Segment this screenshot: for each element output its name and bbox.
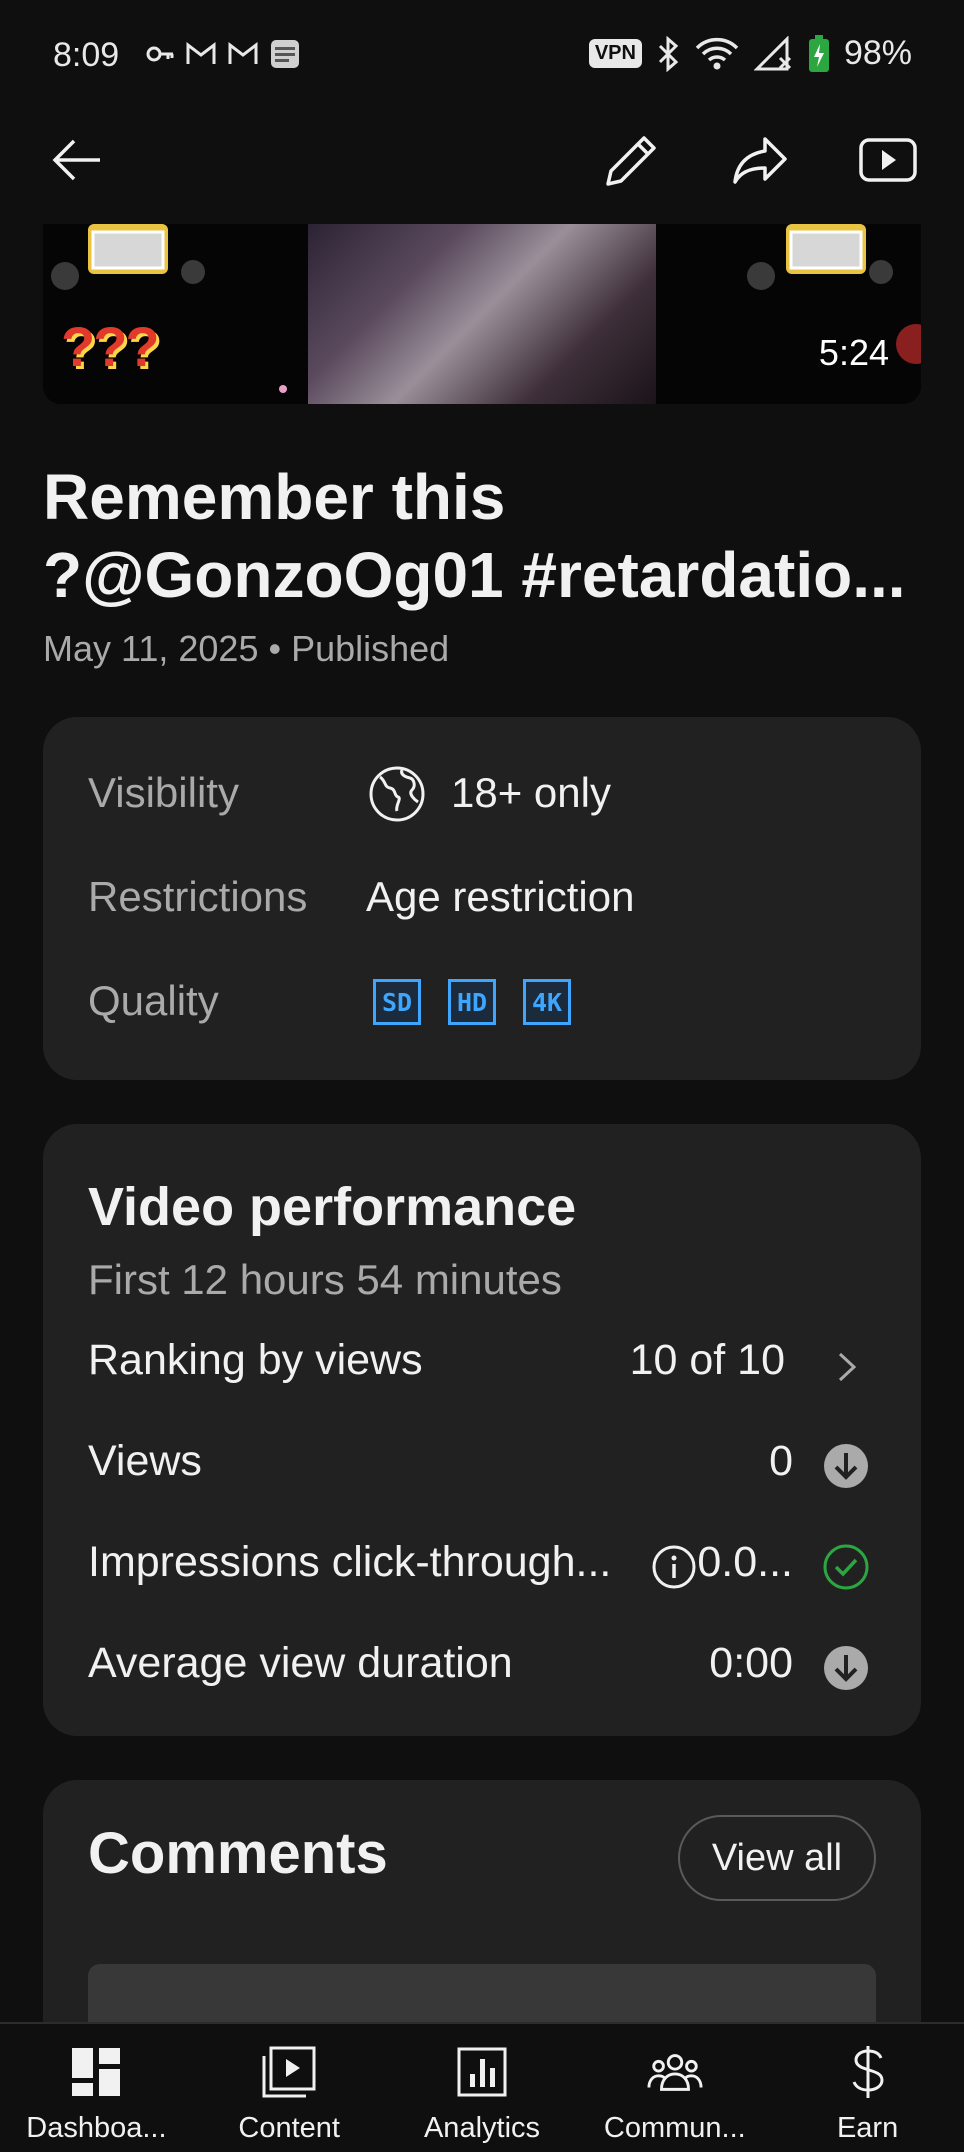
performance-subtitle: First 12 hours 54 minutes [88,1256,562,1303]
youtube-play-icon [859,138,917,182]
views-row[interactable]: Views 0 [43,1425,921,1509]
video-title-line-2: ?@GonzoOg01 #retardatio... [43,539,906,611]
battery-percent: 98% [843,34,912,72]
ctr-value: 0.0... [697,1538,793,1586]
quality-4k-badge: 4K [523,979,571,1025]
ranking-value: 10 of 10 [629,1336,785,1384]
thumbnail-question-marks: ??? [61,315,160,378]
ranking-row[interactable]: Ranking by views 10 of 10 [43,1324,921,1408]
gmail-icon [186,41,216,64]
avg-duration-label: Average view duration [88,1639,513,1687]
dollar-icon [852,2046,884,2098]
vpn-icon: VPN [588,39,642,68]
community-icon [647,2054,703,2091]
ctr-label: Impressions click-through... [88,1538,612,1586]
comments-title: Comments [88,1821,388,1886]
video-title-line-1: Remember this [43,461,506,533]
back-button[interactable] [36,120,116,200]
gmail-icon [228,41,258,64]
bluetooth-icon [658,35,679,72]
content-icon [262,2046,316,2098]
video-thumbnail[interactable]: ??? 5:24 [43,224,921,404]
ranking-label: Ranking by views [88,1336,423,1384]
key-icon [146,46,174,62]
signal-icon [753,35,791,70]
status-bar: 8:09 VPN 98% [0,0,964,110]
arrow-down-circle-icon [824,1444,868,1488]
visibility-label: Visibility [88,769,239,816]
dashboard-icon [72,2048,121,2096]
chevron-right-icon [838,1352,857,1382]
avg-duration-row[interactable]: Average view duration 0:00 [43,1627,921,1711]
youtube-button[interactable] [848,120,928,200]
pencil-icon [606,136,656,186]
restrictions-label: Restrictions [88,873,308,920]
video-title: Remember this ?@GonzoOg01 #retardatio... [43,458,923,614]
nav-content[interactable]: Content [193,2024,386,2152]
shopper-panel-icon [271,40,299,68]
view-all-comments-button[interactable]: View all [678,1815,876,1901]
bottom-navigation: Dashboa... Content Analytics Commun... E… [0,2022,964,2152]
globe-icon [369,766,425,822]
video-date-status: May 11, 2025 • Published [43,628,450,669]
thumbnail-right-graphic [656,224,921,404]
views-label: Views [88,1437,202,1485]
video-performance-card: Video performance First 12 hours 54 minu… [43,1124,921,1736]
arrow-down-circle-icon [824,1646,868,1690]
nav-earn-label: Earn [836,2112,899,2144]
ctr-row[interactable]: Impressions click-through... 0.0... [43,1526,921,1610]
thumbnail-frame [308,224,656,404]
nav-content-label: Content [238,2112,340,2144]
info-icon[interactable] [651,1544,697,1590]
edit-button[interactable] [592,120,672,200]
visibility-value: 18+ only [451,769,611,816]
nav-analytics-label: Analytics [423,2112,541,2144]
battery-charging-icon [808,34,829,72]
arrow-left-icon [52,139,100,181]
performance-title: Video performance [88,1177,577,1237]
video-duration: 5:24 [818,332,889,373]
nav-community[interactable]: Commun... [578,2024,771,2152]
quality-label: Quality [88,977,219,1024]
share-arrow-icon [733,137,787,184]
status-time: 8:09 [53,36,120,74]
restrictions-value: Age restriction [366,873,635,920]
views-value: 0 [769,1437,793,1485]
nav-dashboard-label: Dashboa... [26,2112,167,2144]
check-circle-icon [823,1544,869,1590]
nav-community-label: Commun... [603,2112,746,2144]
video-details-card[interactable]: Visibility 18+ only Restrictions Age res… [43,717,921,1080]
nav-analytics[interactable]: Analytics [386,2024,579,2152]
status-notification-icons [145,38,301,70]
nav-earn[interactable]: Earn [771,2024,964,2152]
wifi-icon [695,37,739,69]
status-system-icons: VPN 98% [588,34,912,73]
avg-duration-value: 0:00 [709,1639,793,1687]
analytics-icon [457,2047,507,2097]
nav-dashboard[interactable]: Dashboa... [0,2024,193,2152]
quality-hd-badge: HD [448,979,496,1025]
quality-sd-badge: SD [373,979,421,1025]
share-button[interactable] [720,120,800,200]
